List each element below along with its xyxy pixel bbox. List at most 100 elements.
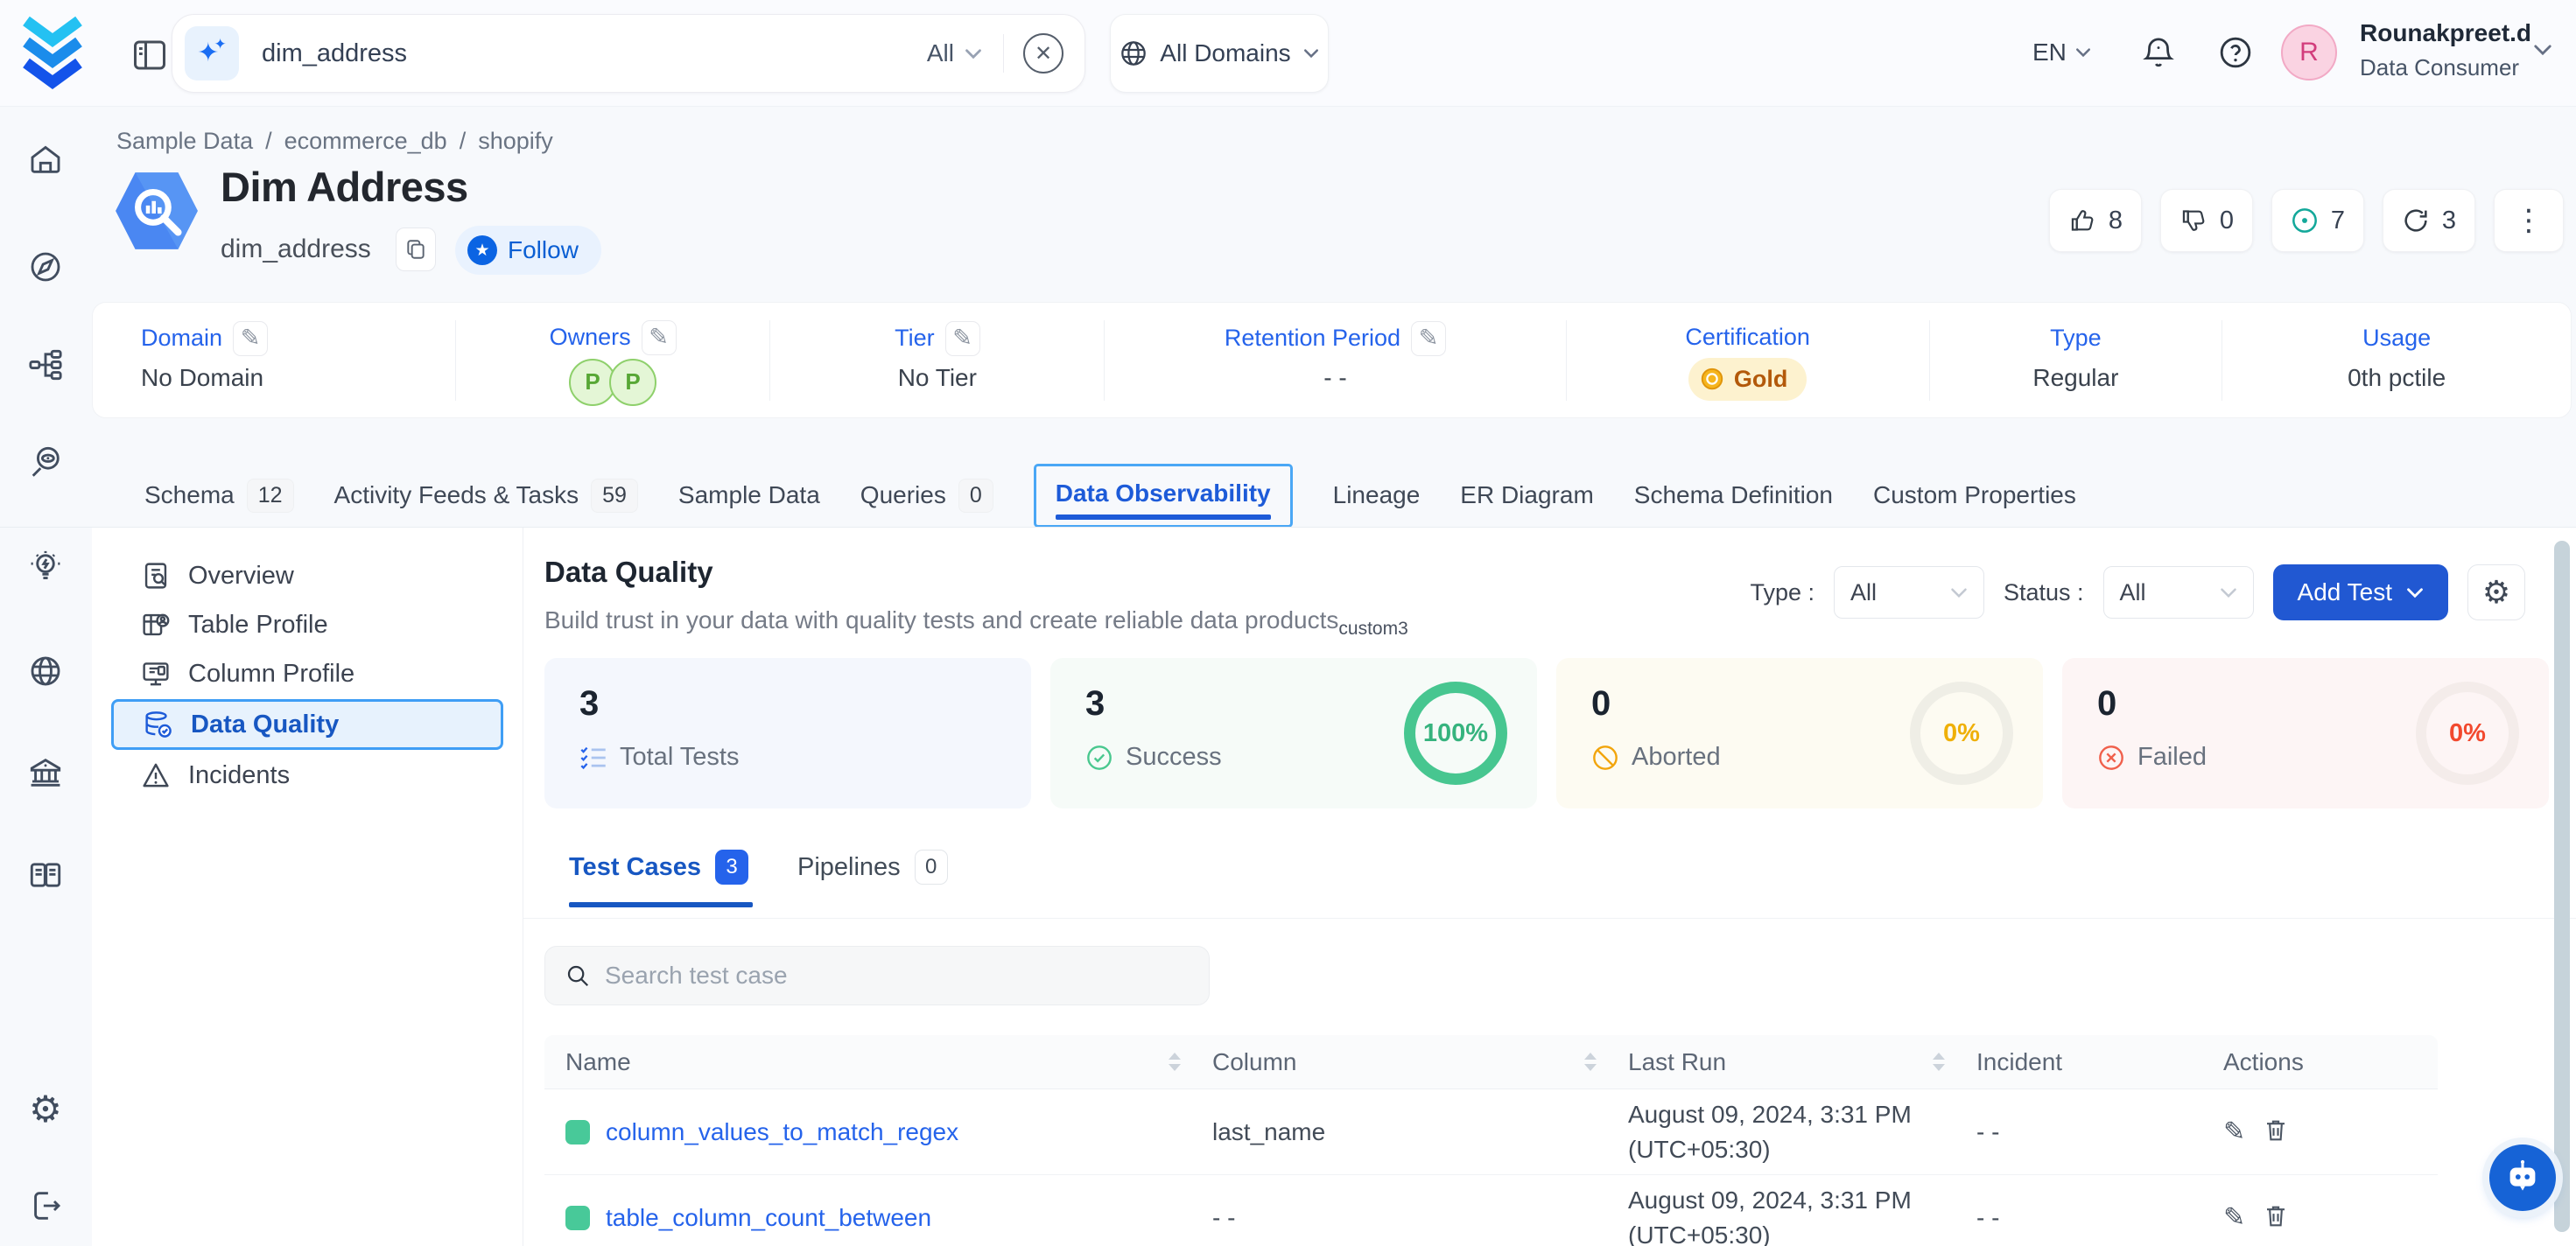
help-icon[interactable]: [2218, 35, 2253, 70]
breadcrumb-item[interactable]: ecommerce_db: [284, 128, 447, 155]
add-test-button[interactable]: Add Test: [2273, 564, 2448, 620]
entity-tabs: Schema12 Activity Feeds & Tasks59 Sample…: [144, 462, 2076, 528]
bigquery-service-icon: [112, 166, 201, 256]
test-status-success-indicator: [565, 1206, 590, 1230]
menu-item-data-quality[interactable]: Data Quality: [111, 699, 503, 750]
table-profile-icon: [141, 610, 171, 640]
govern-bank-icon[interactable]: [28, 755, 63, 790]
metadata-retention: Retention Period ✎ - -: [1105, 320, 1567, 401]
settings-gear-icon[interactable]: ⚙: [28, 1092, 63, 1127]
global-search-input[interactable]: [262, 39, 927, 68]
home-icon[interactable]: [28, 142, 63, 177]
explore-compass-icon[interactable]: [28, 249, 63, 284]
user-name: Rounakpreet.d: [2360, 19, 2531, 47]
tab-pipelines[interactable]: Pipelines 0: [797, 850, 948, 885]
downvote-button[interactable]: 0: [2160, 189, 2253, 252]
scrollbar-thumb[interactable]: [2554, 541, 2570, 1232]
language-selector[interactable]: EN: [2032, 38, 2091, 66]
version-refresh-icon: [2402, 206, 2430, 234]
logout-icon[interactable]: [28, 1188, 63, 1223]
user-menu[interactable]: Rounakpreet.d Data Consumer: [2360, 19, 2531, 81]
more-options-kebab-icon[interactable]: ⋮: [2494, 189, 2564, 252]
table-header-row: Name Column Last Run Incident Actions: [544, 1035, 2438, 1089]
domains-selector[interactable]: All Domains: [1110, 14, 1329, 93]
app-logo-icon[interactable]: [19, 14, 86, 94]
domains-globe-icon[interactable]: [28, 654, 63, 689]
tab-sample-data[interactable]: Sample Data: [678, 481, 820, 509]
menu-item-overview[interactable]: Overview: [111, 552, 503, 599]
glossary-book-icon[interactable]: [28, 858, 63, 892]
success-card: 3 Success 100%: [1050, 658, 1537, 808]
user-role: Data Consumer: [2360, 54, 2531, 81]
watch-button[interactable]: 7: [2271, 189, 2364, 252]
chevron-down-icon[interactable]: [2533, 44, 2552, 56]
edit-owners-icon[interactable]: ✎: [642, 320, 677, 355]
edit-pencil-icon[interactable]: ✎: [2223, 1202, 2245, 1233]
test-cases-table: Name Column Last Run Incident Actions co…: [544, 1035, 2438, 1246]
menu-item-column-profile[interactable]: Column Profile: [111, 650, 503, 697]
active-tab-underline: [569, 902, 753, 907]
notifications-bell-icon[interactable]: [2141, 35, 2176, 72]
copy-icon[interactable]: [396, 228, 436, 271]
tab-schema-definition[interactable]: Schema Definition: [1634, 481, 1833, 509]
edit-domain-icon[interactable]: ✎: [233, 321, 268, 356]
medal-icon: [1699, 366, 1725, 392]
tab-data-observability[interactable]: Data Observability: [1034, 464, 1293, 528]
test-case-link[interactable]: table_column_count_between: [606, 1204, 931, 1232]
user-avatar[interactable]: R: [2281, 24, 2337, 80]
delete-trash-icon[interactable]: [2263, 1116, 2289, 1143]
last-run-cell: August 09, 2024, 3:31 PM (UTC+05:30): [1628, 1097, 1912, 1167]
breadcrumb-item[interactable]: Sample Data: [116, 128, 253, 155]
status-filter-select[interactable]: All: [2103, 566, 2254, 619]
sort-icon[interactable]: [1584, 1053, 1597, 1071]
col-header-name[interactable]: Name: [544, 1048, 1212, 1076]
owner-avatar[interactable]: P: [609, 359, 656, 406]
entity-stats: 8 0 7 3 ⋮: [2049, 189, 2564, 252]
follow-button[interactable]: ★ Follow: [455, 226, 601, 275]
tab-lineage[interactable]: Lineage: [1333, 481, 1421, 509]
sort-icon[interactable]: [1933, 1053, 1945, 1071]
col-header-last-run[interactable]: Last Run: [1628, 1048, 1976, 1076]
upvote-button[interactable]: 8: [2049, 189, 2142, 252]
data-quality-subtitle: Build trust in your data with quality te…: [544, 606, 1408, 634]
search-icon: [565, 962, 591, 989]
sort-icon[interactable]: [1169, 1053, 1181, 1071]
edit-pencil-icon[interactable]: ✎: [2223, 1116, 2245, 1147]
divider: [523, 918, 2576, 919]
page-title: Dim Address: [221, 163, 468, 211]
tab-er-diagram[interactable]: ER Diagram: [1460, 481, 1593, 509]
edit-retention-icon[interactable]: ✎: [1411, 321, 1446, 356]
column-cell: last_name: [1212, 1118, 1628, 1146]
tab-custom-properties[interactable]: Custom Properties: [1873, 481, 2076, 509]
tab-activity-feeds[interactable]: Activity Feeds & Tasks59: [334, 479, 638, 513]
settings-gear-icon[interactable]: ⚙: [2467, 564, 2525, 620]
chatbot-button[interactable]: [2489, 1144, 2556, 1211]
certification-gold-badge: Gold: [1688, 358, 1807, 401]
sidebar-toggle-icon[interactable]: [131, 37, 168, 74]
edit-tier-icon[interactable]: ✎: [945, 321, 980, 356]
aborted-percent-ring: 0%: [1910, 682, 2013, 785]
tab-test-cases[interactable]: Test Cases 3: [569, 850, 748, 885]
version-button[interactable]: 3: [2383, 189, 2475, 252]
col-header-column[interactable]: Column: [1212, 1048, 1628, 1076]
data-quality-title: Data Quality: [544, 556, 713, 589]
type-filter-label: Type :: [1750, 579, 1814, 606]
menu-item-table-profile[interactable]: Table Profile: [111, 601, 503, 648]
insights-bulb-icon[interactable]: [28, 549, 63, 584]
delete-trash-icon[interactable]: [2263, 1202, 2289, 1228]
test-status-success-indicator: [565, 1120, 590, 1144]
observability-search-icon[interactable]: [28, 444, 63, 480]
menu-item-incidents[interactable]: Incidents: [111, 752, 503, 799]
lineage-flow-icon[interactable]: [28, 347, 63, 382]
tab-schema[interactable]: Schema12: [144, 479, 294, 513]
test-case-link[interactable]: column_values_to_match_regex: [606, 1118, 958, 1146]
type-filter-select[interactable]: All: [1834, 566, 1984, 619]
search-clear-icon[interactable]: ✕: [1023, 33, 1063, 74]
breadcrumb-item[interactable]: shopify: [478, 128, 553, 155]
observability-menu: Overview Table Profile Column Profile Da…: [92, 528, 523, 1246]
tab-queries[interactable]: Queries0: [860, 479, 993, 513]
status-filter-label: Status :: [2004, 579, 2084, 606]
check-circle-icon: [1085, 744, 1113, 772]
search-scope-dropdown[interactable]: All: [927, 39, 1003, 67]
test-case-search-input[interactable]: [605, 962, 1190, 990]
